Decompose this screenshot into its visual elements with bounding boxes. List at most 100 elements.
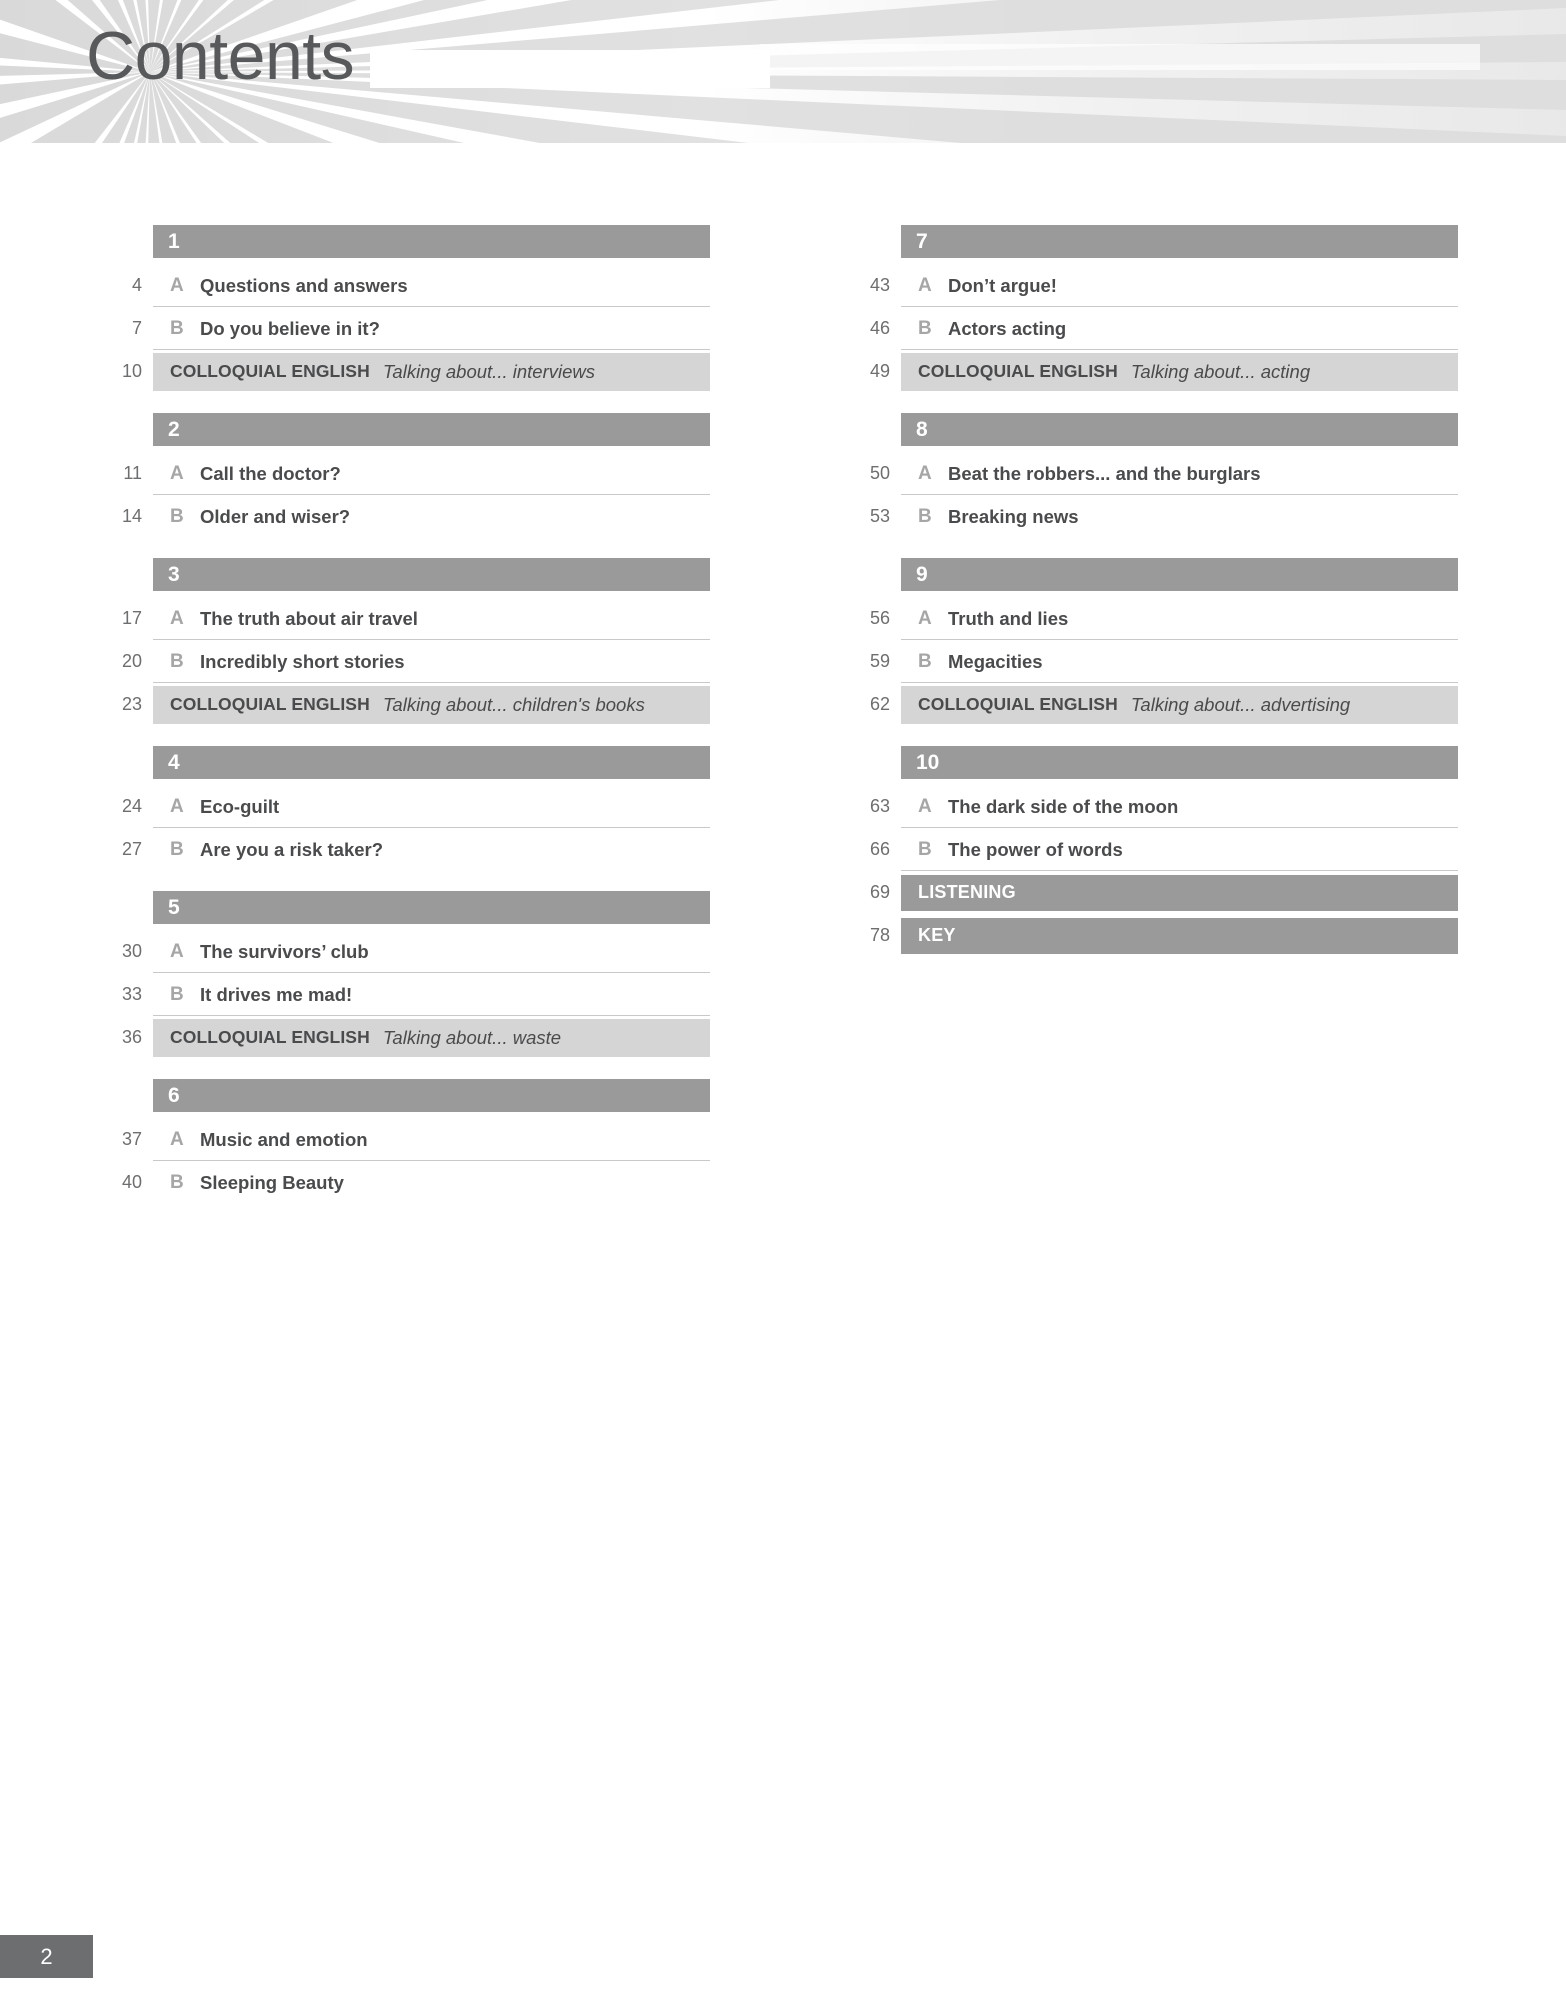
unit-bar[interactable]: 10 [901,746,1458,779]
entry-page-number: 17 [121,608,142,628]
lesson-body: A Eco-guilt [153,785,710,828]
unit-bar[interactable]: 5 [153,891,710,924]
lesson-entry-row[interactable]: 17 A The truth about air travel [100,597,710,640]
page-title: Contents [86,18,355,94]
unit-bar[interactable]: 8 [901,413,1458,446]
colloquial-english-row[interactable]: 49 COLLOQUIAL ENGLISH Talking about... act… [848,350,1458,393]
unit-header-row: 10 [848,746,1458,779]
unit-block: 1 4 A Questions and answers 7 B Do you believe… [100,225,710,393]
lesson-letter: B [170,984,184,1005]
lesson-entry-row[interactable]: 40 B Sleeping Beauty [100,1161,710,1204]
colloquial-topic: Talking about... interviews [382,360,595,382]
unit-gutter [100,413,153,446]
entry-page-number: 66 [869,839,890,859]
lesson-body: B Actors acting [901,307,1458,350]
lesson-title: Incredibly short stories [200,650,405,672]
lesson-entry-row[interactable]: 66 B The power of words [848,828,1458,871]
unit-header-row: 6 [100,1079,710,1112]
unit-bar[interactable]: 6 [153,1079,710,1112]
lesson-entry-row[interactable]: 14 B Older and wiser? [100,495,710,538]
colloquial-english-label: COLLOQUIAL ENGLISH [918,361,1118,381]
unit-block: 3 17 A The truth about air travel 20 B Incredi… [100,558,710,726]
lesson-body: A The dark side of the moon [901,785,1458,828]
unit-number-label: 3 [168,563,180,586]
lesson-entry-row[interactable]: 27 B Are you a risk taker? [100,828,710,871]
lesson-title: Do you believe in it? [200,317,380,339]
unit-bar[interactable]: 7 [901,225,1458,258]
lesson-entry-row[interactable]: 7 B Do you believe in it? [100,307,710,350]
colloquial-english-label: COLLOQUIAL ENGLISH [170,1027,370,1047]
lesson-letter: B [170,1172,184,1193]
colloquial-english-row[interactable]: 10 COLLOQUIAL ENGLISH Talking about... int… [100,350,710,393]
unit-header-row: 8 [848,413,1458,446]
lesson-entry-row[interactable]: 11 A Call the doctor? [100,452,710,495]
entry-page-number: 7 [131,318,142,338]
lesson-entry-row[interactable]: 43 A Don’t argue! [848,264,1458,307]
lesson-entry-row[interactable]: 24 A Eco-guilt [100,785,710,828]
section-bar[interactable]: KEY [901,917,1458,954]
entry-page-number: 27 [121,839,142,859]
unit-header-row: 7 [848,225,1458,258]
unit-bar[interactable]: 3 [153,558,710,591]
unit-number-label: 8 [916,418,928,441]
entry-page-number: 50 [869,463,890,483]
section-row[interactable]: 69 LISTENING [848,871,1458,914]
lesson-entry-row[interactable]: 46 B Actors acting [848,307,1458,350]
unit-bar[interactable]: 4 [153,746,710,779]
unit-block: 2 11 A Call the doctor? 14 B Older and wiser? [100,413,710,538]
lesson-body: B Sleeping Beauty [153,1161,710,1204]
lesson-entry-row[interactable]: 53 B Breaking news [848,495,1458,538]
lesson-entry-row[interactable]: 37 A Music and emotion [100,1118,710,1161]
entry-page-number: 56 [869,608,890,628]
colloquial-english-row[interactable]: 23 COLLOQUIAL ENGLISH Talking about... chi… [100,683,710,726]
section-bar[interactable]: LISTENING [901,874,1458,911]
lesson-entry-row[interactable]: 56 A Truth and lies [848,597,1458,640]
lesson-title: Call the doctor? [200,462,341,484]
unit-number-label: 2 [168,418,180,441]
section-row[interactable]: 78 KEY [848,914,1458,957]
unit-header-row: 4 [100,746,710,779]
colloquial-english-row[interactable]: 62 COLLOQUIAL ENGLISH Talking about... adv… [848,683,1458,726]
lesson-entry-row[interactable]: 30 A The survivors’ club [100,930,710,973]
unit-gutter [848,225,901,258]
colloquial-body: COLLOQUIAL ENGLISH Talking about... inter… [153,352,710,391]
unit-header-row: 9 [848,558,1458,591]
lesson-entry-row[interactable]: 59 B Megacities [848,640,1458,683]
unit-bar[interactable]: 9 [901,558,1458,591]
lesson-body: B The power of words [901,828,1458,871]
colloquial-body: COLLOQUIAL ENGLISH Talking about... child… [153,685,710,724]
lesson-entry-row[interactable]: 50 A Beat the robbers... and the burglars [848,452,1458,495]
lesson-title: Breaking news [948,505,1079,527]
lesson-title: Sleeping Beauty [200,1171,344,1193]
entry-page-number: 69 [869,882,890,902]
unit-bar[interactable]: 2 [153,413,710,446]
entry-page-number: 24 [121,796,142,816]
lesson-letter: A [918,275,932,296]
lesson-title: Music and emotion [200,1128,368,1150]
lesson-body: A Truth and lies [901,597,1458,640]
unit-header-row: 3 [100,558,710,591]
entry-page-number: 20 [121,651,142,671]
unit-block: 9 56 A Truth and lies 59 B Megacities 62 COLLOQU… [848,558,1458,726]
lesson-letter: B [918,506,932,527]
unit-gutter [100,891,153,924]
unit-bar[interactable]: 1 [153,225,710,258]
entry-page-number: 10 [121,361,142,381]
lesson-letter: B [170,839,184,860]
lesson-entry-row[interactable]: 20 B Incredibly short stories [100,640,710,683]
colloquial-topic: Talking about... advertising [1130,693,1351,715]
unit-gutter [100,1079,153,1112]
lesson-entry-row[interactable]: 63 A The dark side of the moon [848,785,1458,828]
lesson-body: A Music and emotion [153,1118,710,1161]
colloquial-english-row[interactable]: 36 COLLOQUIAL ENGLISH Talking about... was… [100,1016,710,1059]
lesson-letter: A [170,463,184,484]
lesson-title: Don’t argue! [948,274,1057,296]
lesson-entry-row[interactable]: 4 A Questions and answers [100,264,710,307]
lesson-title: Actors acting [948,317,1067,339]
lesson-letter: B [918,318,932,339]
unit-number-label: 6 [168,1084,180,1107]
colloquial-topic: Talking about... waste [382,1026,562,1048]
contents-column-left: 1 4 A Questions and answers 7 B Do you believe… [100,225,710,1224]
lesson-entry-row[interactable]: 33 B It drives me mad! [100,973,710,1016]
lesson-letter: A [170,608,184,629]
